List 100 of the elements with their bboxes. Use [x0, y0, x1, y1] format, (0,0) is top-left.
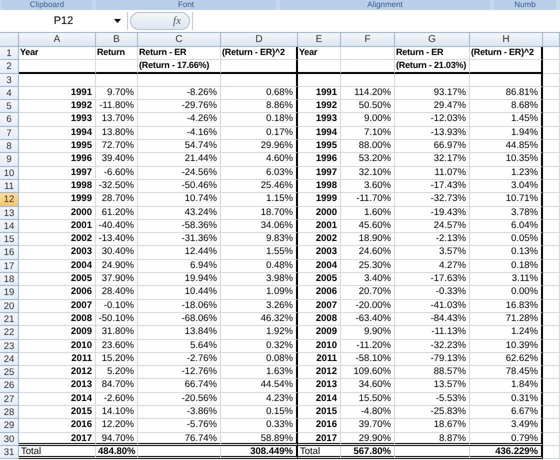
table-cell: 2000 — [19, 206, 96, 220]
table-cell: 39.70% — [341, 419, 395, 433]
table-cell: -63.40% — [341, 312, 395, 326]
table-cell: 10.71% — [470, 193, 543, 207]
table-cell: -5.53% — [395, 392, 470, 406]
table-cell: -32.73% — [395, 193, 470, 207]
table-cell: 25.46% — [221, 180, 298, 194]
table-cell: 29.96% — [221, 140, 298, 154]
table-cell: 2007 — [298, 300, 341, 313]
table-cell — [298, 74, 341, 87]
column-header[interactable]: A — [19, 33, 96, 47]
row-header[interactable]: 6 — [0, 113, 19, 127]
row-header[interactable]: 21 — [0, 312, 19, 326]
table-cell: 50.50% — [341, 100, 395, 114]
row-header[interactable]: 22 — [0, 326, 19, 340]
column-header[interactable] — [543, 33, 560, 47]
table-cell: 18.90% — [341, 233, 395, 246]
table-cell: 54.74% — [138, 140, 221, 154]
row-header[interactable]: 30 — [0, 432, 19, 446]
row-header[interactable]: 28 — [0, 406, 19, 420]
table-cell — [543, 260, 560, 274]
table-cell: 9.70% — [96, 86, 138, 100]
row-header[interactable]: 1 — [0, 47, 19, 60]
row-header[interactable]: 23 — [0, 340, 19, 353]
row-header[interactable]: 8 — [0, 140, 19, 154]
row-header[interactable]: 9 — [0, 153, 19, 167]
table-cell: -5.76% — [138, 419, 221, 433]
row-header[interactable]: 15 — [0, 233, 19, 246]
column-header[interactable]: D — [221, 33, 298, 47]
table-cell: 1.45% — [470, 113, 543, 127]
table-cell: 10.39% — [470, 340, 543, 353]
column-header[interactable]: C — [138, 33, 221, 47]
table-cell: 9.83% — [221, 233, 298, 246]
row-header[interactable]: 16 — [0, 246, 19, 260]
row-header[interactable]: 12 — [0, 193, 19, 207]
table-cell: 6.67% — [470, 406, 543, 420]
row-header[interactable]: 5 — [0, 100, 19, 114]
column-header[interactable]: H — [470, 33, 543, 47]
table-cell: 1.63% — [221, 366, 298, 380]
row-header[interactable]: 18 — [0, 273, 19, 286]
row-header[interactable]: 3 — [0, 74, 19, 87]
table-cell: 18.70% — [221, 206, 298, 220]
table-cell: 1995 — [19, 140, 96, 154]
table-cell — [543, 126, 560, 140]
table-cell: 10.35% — [470, 153, 543, 167]
table-cell: -19.43% — [395, 206, 470, 220]
table-cell: 2013 — [298, 379, 341, 393]
name-box[interactable]: P12 — [0, 12, 128, 30]
row-header[interactable]: 2 — [0, 60, 19, 74]
table-cell: 12.44% — [138, 246, 221, 260]
row-header[interactable]: 31 — [0, 446, 19, 460]
table-cell: 1.24% — [470, 326, 543, 340]
row-header[interactable]: 19 — [0, 286, 19, 300]
table-cell: 2011 — [298, 352, 341, 366]
row-header[interactable]: 20 — [0, 300, 19, 313]
select-all-corner[interactable] — [0, 33, 19, 47]
table-cell: 1991 — [19, 86, 96, 100]
table-cell: 93.17% — [395, 86, 470, 100]
table-cell: 1996 — [298, 153, 341, 167]
table-cell: 3.98% — [221, 273, 298, 286]
table-cell: -41.03% — [395, 300, 470, 313]
row-header[interactable]: 26 — [0, 379, 19, 393]
table-cell: 1999 — [298, 193, 341, 207]
table-cell: 18.67% — [395, 419, 470, 433]
table-cell: 2012 — [19, 366, 96, 380]
table-cell — [543, 180, 560, 194]
table-cell: 2001 — [298, 220, 341, 234]
row-header[interactable]: 17 — [0, 260, 19, 274]
table-cell: 72.70% — [96, 140, 138, 154]
table-cell: 2016 — [19, 419, 96, 433]
caret-icon[interactable] — [114, 19, 121, 23]
row-header[interactable]: 4 — [0, 86, 19, 100]
row-header[interactable]: 27 — [0, 392, 19, 406]
table-cell: 2004 — [19, 260, 96, 274]
table-cell: 94.70% — [96, 432, 138, 446]
table-cell: 15.20% — [96, 352, 138, 366]
table-cell: -2.60% — [96, 392, 138, 406]
table-cell: 1991 — [298, 86, 341, 100]
table-cell: 2005 — [298, 273, 341, 286]
row-header[interactable]: 25 — [0, 366, 19, 380]
insert-function-button[interactable]: fx — [130, 12, 190, 30]
table-cell: 0.18% — [470, 260, 543, 274]
column-header[interactable]: G — [395, 33, 470, 47]
row-header[interactable]: 7 — [0, 126, 19, 140]
row-header[interactable]: 29 — [0, 419, 19, 433]
table-cell: 9.00% — [341, 113, 395, 127]
table-cell: 25.30% — [341, 260, 395, 274]
row-header[interactable]: 13 — [0, 206, 19, 220]
column-header[interactable]: F — [341, 33, 395, 47]
row-header[interactable]: 14 — [0, 220, 19, 234]
table-cell: 4.60% — [221, 153, 298, 167]
row-header[interactable]: 24 — [0, 352, 19, 366]
table-cell: 24.57% — [395, 220, 470, 234]
table-cell: 2006 — [19, 286, 96, 300]
column-header[interactable]: E — [298, 33, 341, 47]
table-cell: (Return - 21.03%) — [395, 60, 470, 74]
table-cell: 31.80% — [96, 326, 138, 340]
row-header[interactable]: 11 — [0, 180, 19, 194]
row-header[interactable]: 10 — [0, 166, 19, 180]
column-header[interactable]: B — [96, 33, 138, 47]
